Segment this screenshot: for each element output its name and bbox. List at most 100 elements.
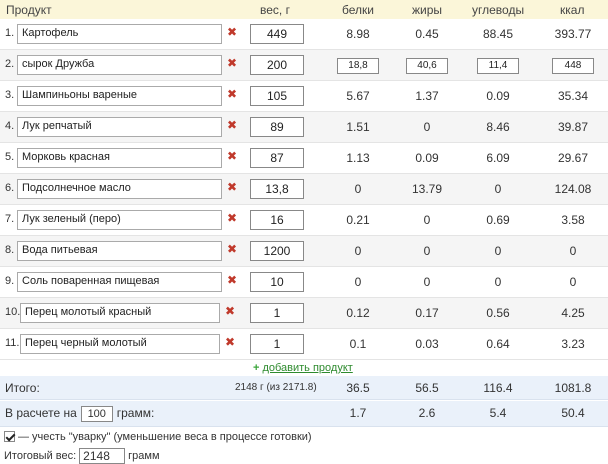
product-name-input[interactable]: Картофель [17,24,222,44]
totals-weight: 2148 г (из 2171.8) [235,382,317,393]
carbs-value: 0 [494,182,502,196]
carbs-value: 0.69 [486,213,510,227]
weight-input[interactable]: 89 [250,117,304,137]
protein-input[interactable]: 18,8 [337,58,379,74]
row-number: 11. [5,337,20,349]
final-weight-label: Итоговый вес: [4,449,77,462]
table-row: 4. Лук репчатый ✖ 89 1.51 0 8.46 39.87 [0,112,608,143]
carbs-value: 0.09 [486,89,510,103]
boil-down-checkbox[interactable] [4,431,15,442]
weight-input[interactable]: 16 [250,210,304,230]
table-row: 7. Лук зеленый (перо) ✖ 16 0.21 0 0.69 3.58 [0,205,608,236]
kcal-value: 3.58 [561,213,585,227]
delete-icon[interactable]: ✖ [227,88,237,100]
delete-icon[interactable]: ✖ [227,243,237,255]
table-row: 6. Подсолнечное масло ✖ 13,8 0 13.79 0 124.08 [0,174,608,205]
totals-label: Итого: [5,381,40,395]
per-amount-input[interactable]: 100 [80,406,113,422]
fat-input[interactable]: 40,6 [406,58,448,74]
delete-icon[interactable]: ✖ [225,305,235,317]
delete-icon[interactable]: ✖ [227,26,237,38]
carbs-value: 0.64 [486,337,510,351]
final-weight-unit: грамм [128,449,160,462]
kcal-value: 393.77 [554,27,592,41]
final-weight: Итоговый вес: 2148 грамм [4,448,160,464]
weight-input[interactable]: 1200 [250,241,304,261]
protein-value: 1.51 [346,120,370,134]
delete-icon[interactable]: ✖ [227,274,237,286]
weight-input[interactable]: 449 [250,24,304,44]
kcal-value: 4.25 [561,306,585,320]
carbs-value: 0 [494,275,502,289]
totals-fat: 56.5 [415,381,439,395]
fat-value: 0.03 [415,337,439,351]
table-row: 10. Перец молотый красный ✖ 1 0.12 0.17 0.56 4.… [0,298,608,329]
product-name-input[interactable]: Вода питьевая [17,241,222,261]
per-amount-label: В расчете на 100 грамм: [5,406,155,422]
fat-value: 0 [423,213,431,227]
weight-input[interactable]: 1 [250,303,304,323]
per-kcal: 50.4 [561,406,585,420]
final-weight-input[interactable]: 2148 [79,448,126,464]
row-number: 7. [5,213,15,225]
kcal-value: 3.23 [561,337,585,351]
carbs-value: 6.09 [486,151,510,165]
fat-value: 0.17 [415,306,439,320]
fat-value: 0 [423,244,431,258]
product-name-input[interactable]: Перец молотый красный [20,303,220,323]
row-number: 10. [5,306,21,318]
delete-icon[interactable]: ✖ [227,119,237,131]
weight-input[interactable]: 10 [250,272,304,292]
carbs-value: 0.56 [486,306,510,320]
header-carbs: углеводы [472,3,525,17]
carbs-input[interactable]: 11,4 [477,58,519,74]
product-name-input[interactable]: Лук репчатый [17,117,222,137]
fat-value: 0 [423,275,431,289]
fat-value: 13.79 [411,182,443,196]
per-fat: 2.6 [418,406,436,420]
weight-input[interactable]: 87 [250,148,304,168]
delete-icon[interactable]: ✖ [227,181,237,193]
fat-value: 0 [423,120,431,134]
product-name-input[interactable]: Лук зеленый (перо) [17,210,222,230]
delete-icon[interactable]: ✖ [227,57,237,69]
fat-value: 0.45 [415,27,439,41]
delete-icon[interactable]: ✖ [225,336,235,348]
protein-value: 0.12 [346,306,370,320]
product-name-input[interactable]: Морковь красная [17,148,222,168]
totals-protein: 36.5 [346,381,370,395]
kcal-value: 0 [569,244,577,258]
totals-row: Итого: 2148 г (из 2171.8) 36.5 56.5 116.… [0,376,608,400]
table-row: 11. Перец черный молотый ✖ 1 0.1 0.03 0.64 3.23 [0,329,608,360]
add-product-label: добавить продукт [262,362,353,374]
kcal-input[interactable]: 448 [552,58,594,74]
add-product-link[interactable]: + добавить продукт [253,362,353,374]
row-number: 5. [5,151,15,163]
table-header: Продукт вес, г белки жиры углеводы ккал [0,0,608,19]
totals-kcal: 1081.8 [554,381,592,395]
delete-icon[interactable]: ✖ [227,212,237,224]
protein-value: 0.1 [349,337,367,351]
weight-input[interactable]: 13,8 [250,179,304,199]
protein-value: 0.21 [346,213,370,227]
table-row: 3. Шампиньоны вареные ✖ 105 5.67 1.37 0.09 35.3… [0,81,608,112]
header-protein: белки [342,3,374,17]
protein-value: 1.13 [346,151,370,165]
product-name-input[interactable]: сырок Дружба [17,55,222,75]
weight-input[interactable]: 105 [250,86,304,106]
weight-input[interactable]: 200 [250,55,304,75]
weight-input[interactable]: 1 [250,334,304,354]
product-name-input[interactable]: Подсолнечное масло [17,179,222,199]
product-name-input[interactable]: Шампиньоны вареные [17,86,222,106]
row-number: 9. [5,275,15,287]
protein-value: 0 [354,244,362,258]
kcal-value: 124.08 [554,182,592,196]
row-number: 6. [5,182,15,194]
product-name-input[interactable]: Перец черный молотый [20,334,220,354]
protein-value: 5.67 [346,89,370,103]
delete-icon[interactable]: ✖ [227,150,237,162]
product-name-input[interactable]: Соль поваренная пищевая [17,272,222,292]
kcal-value: 39.87 [557,120,589,134]
fat-value: 1.37 [415,89,439,103]
carbs-value: 0 [494,244,502,258]
